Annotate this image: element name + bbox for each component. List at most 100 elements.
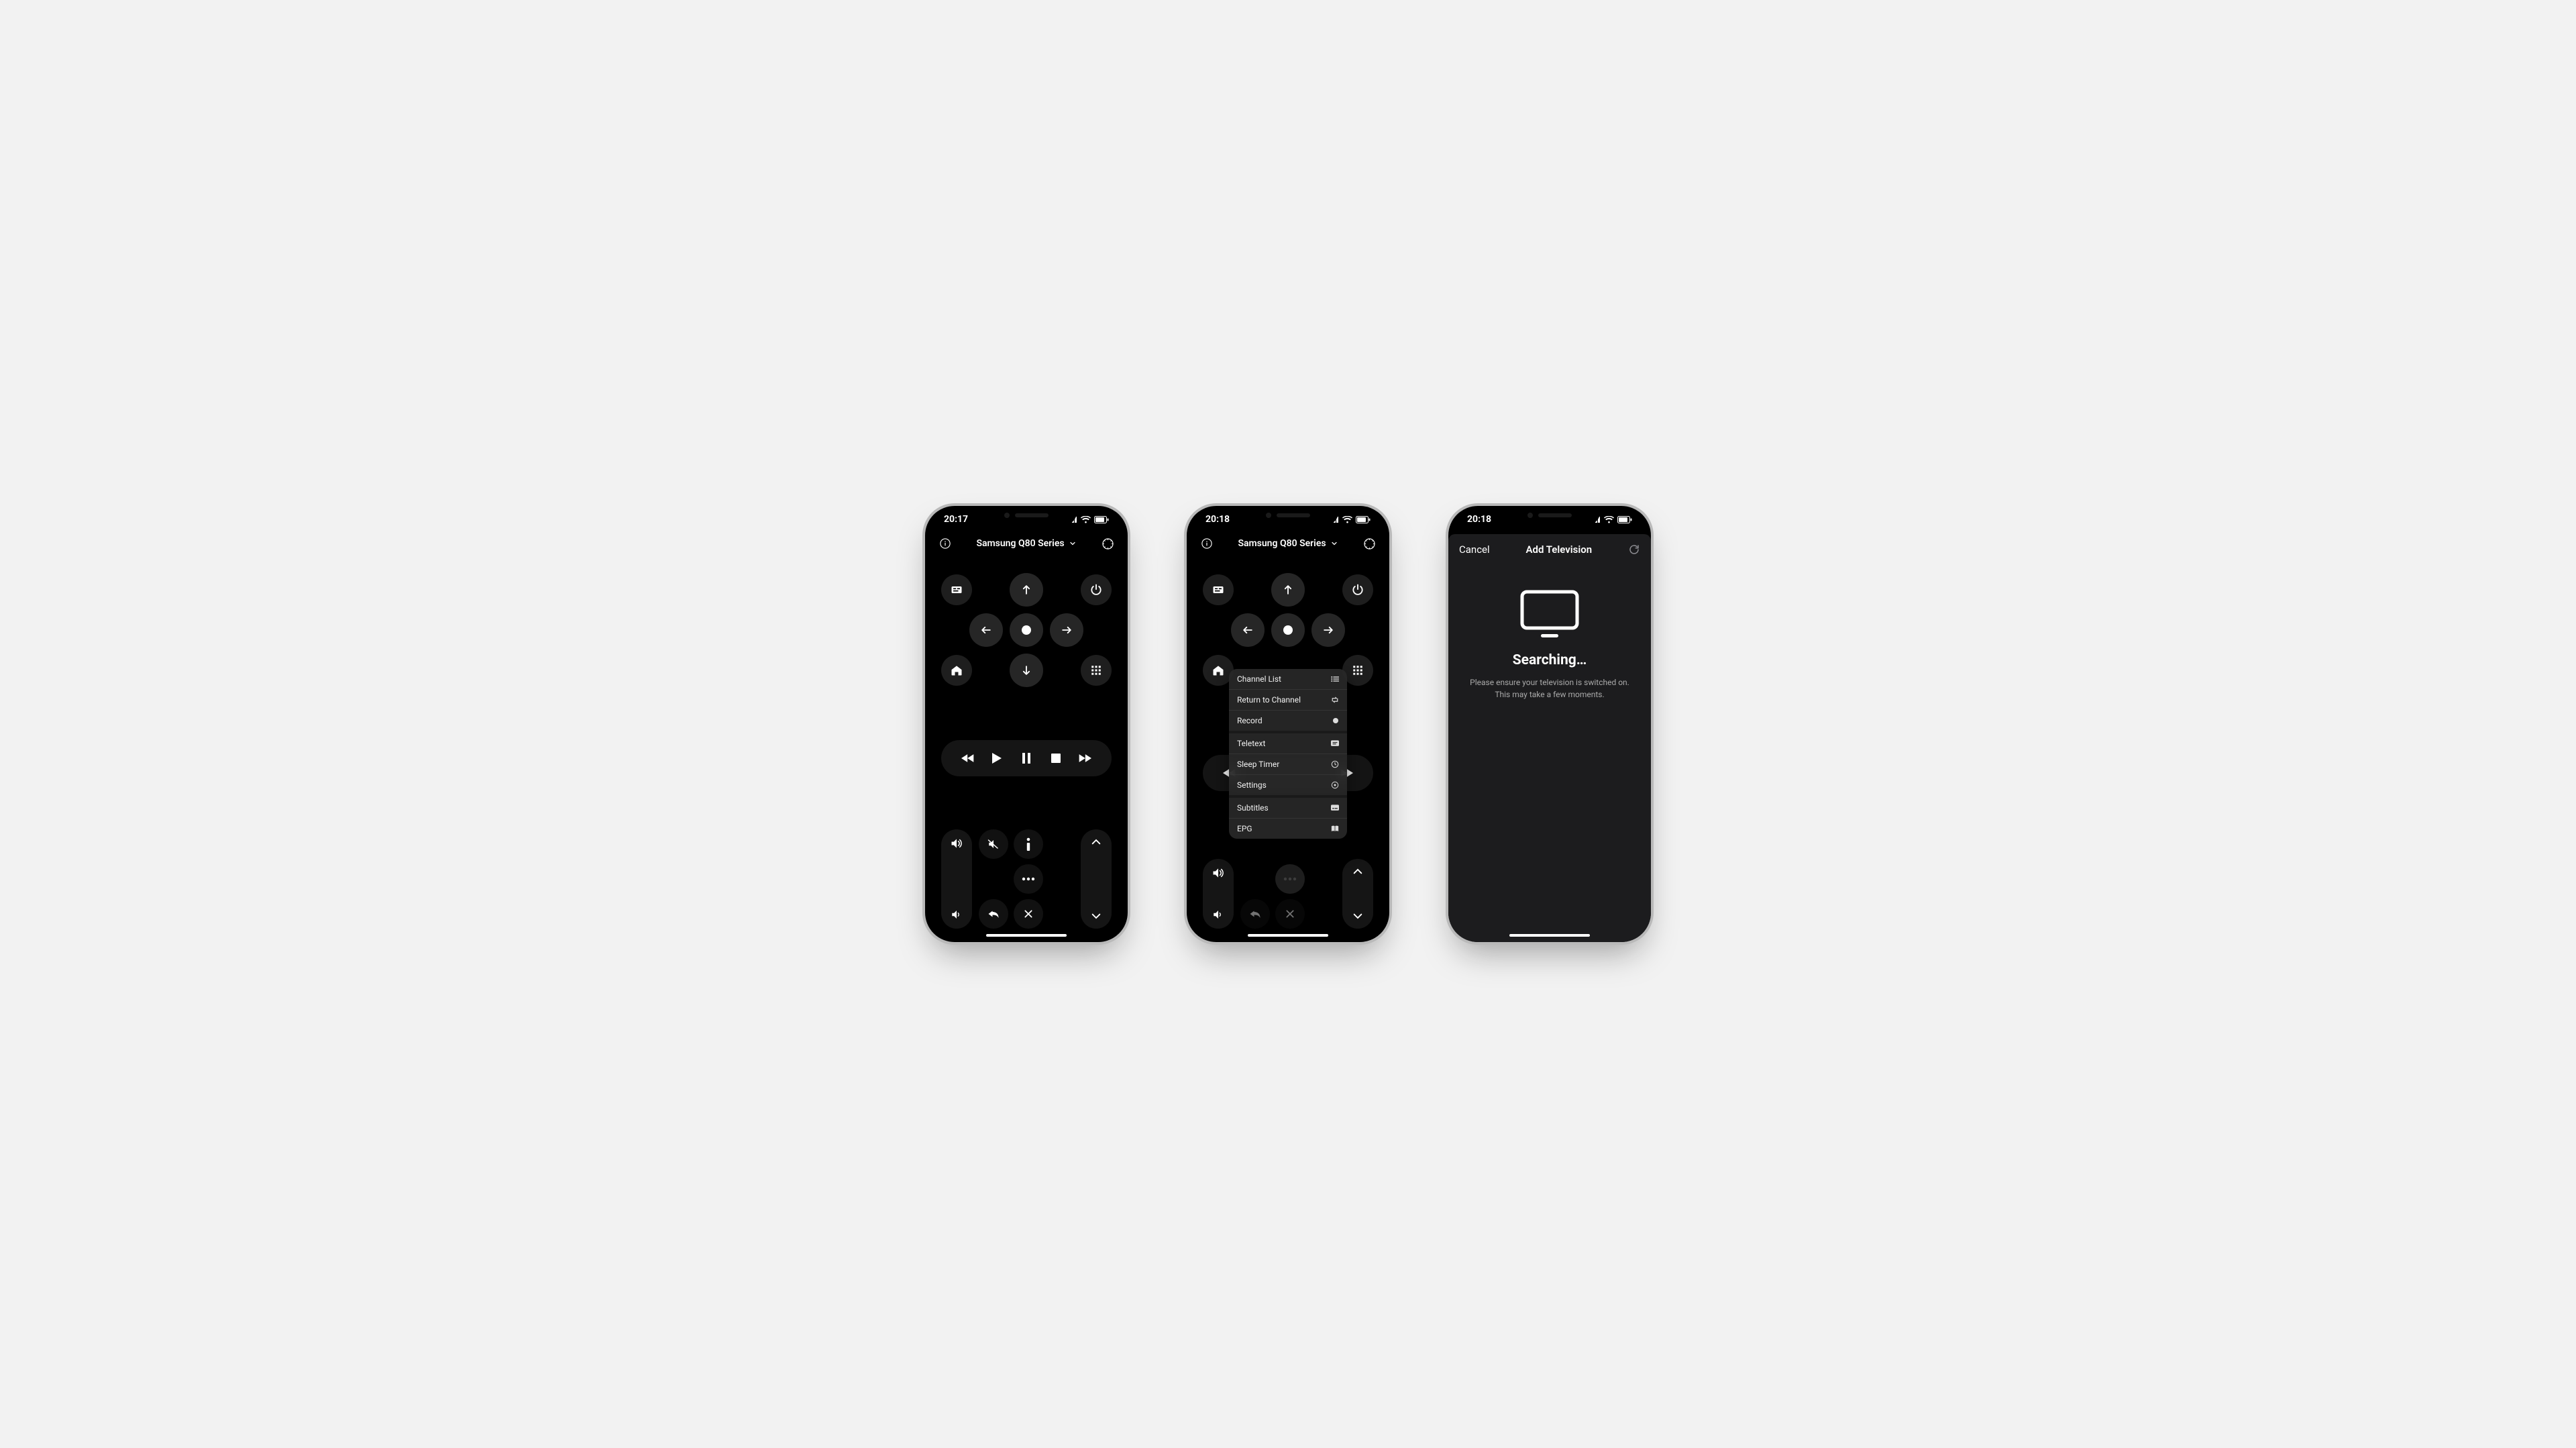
device-name: Samsung Q80 Series xyxy=(1238,538,1326,549)
cancel-button[interactable]: Cancel xyxy=(1459,544,1490,556)
menu-item-sleep-timer[interactable]: Sleep Timer xyxy=(1229,754,1347,775)
refresh-button[interactable] xyxy=(1628,544,1640,556)
menu-item-settings[interactable]: Settings xyxy=(1229,775,1347,798)
guide-icon xyxy=(1331,825,1339,833)
dpad-up[interactable] xyxy=(1010,573,1043,607)
info-button[interactable] xyxy=(937,535,953,552)
menu-item-subtitles[interactable]: Subtitles xyxy=(1229,798,1347,819)
notch xyxy=(1499,506,1600,525)
home-indicator xyxy=(1248,934,1328,937)
captions-button[interactable] xyxy=(1203,574,1234,605)
device-selector[interactable]: Samsung Q80 Series xyxy=(1238,538,1338,549)
back-button[interactable] xyxy=(979,899,1008,929)
apps-button[interactable] xyxy=(1081,655,1112,686)
playback-bar xyxy=(941,740,1112,776)
fast-forward-button[interactable] xyxy=(1070,753,1099,764)
battery-icon xyxy=(1356,516,1371,523)
settings-button[interactable] xyxy=(1099,535,1116,552)
subtitle-icon xyxy=(1331,805,1339,812)
device-selector[interactable]: Samsung Q80 Series xyxy=(976,538,1076,549)
notch xyxy=(1238,506,1338,525)
channel-rocker xyxy=(1342,859,1373,929)
tv-icon xyxy=(1519,589,1580,640)
teletext-icon xyxy=(1331,740,1339,747)
status-time: 20:18 xyxy=(1467,514,1491,525)
exit-button[interactable] xyxy=(1014,899,1043,929)
exit-button[interactable] xyxy=(1275,899,1305,929)
dpad-left[interactable] xyxy=(969,613,1003,647)
dpad-left[interactable] xyxy=(1231,613,1265,647)
wifi-icon xyxy=(1342,516,1352,523)
menu-item-label: Sleep Timer xyxy=(1237,760,1279,769)
info-action-button[interactable] xyxy=(1014,829,1043,859)
more-button[interactable] xyxy=(1275,864,1305,894)
more-button[interactable] xyxy=(1014,864,1043,894)
phone-remote: 20:17 Samsung Q80 Series xyxy=(922,503,1130,945)
volume-down-button[interactable] xyxy=(951,909,963,921)
app-header: Samsung Q80 Series xyxy=(1187,533,1389,557)
status-time: 20:17 xyxy=(944,514,968,525)
volume-up-button[interactable] xyxy=(1212,867,1225,879)
channel-up-button[interactable] xyxy=(1352,867,1363,875)
home-button[interactable] xyxy=(941,655,972,686)
dpad-ok[interactable] xyxy=(1271,613,1305,647)
menu-item-label: Subtitles xyxy=(1237,803,1269,813)
dpad-up[interactable] xyxy=(1271,573,1305,607)
rewind-button[interactable] xyxy=(953,753,983,764)
record-dot-icon xyxy=(1332,717,1339,724)
phone-remote-menu-open: 20:18 Samsung Q80 Series xyxy=(1184,503,1392,945)
wifi-icon xyxy=(1604,516,1614,523)
channel-up-button[interactable] xyxy=(1091,837,1102,845)
chevron-down-icon xyxy=(1069,539,1077,548)
menu-item-label: Record xyxy=(1237,716,1263,725)
settings-button[interactable] xyxy=(1361,535,1377,552)
status-time: 20:18 xyxy=(1205,514,1230,525)
dpad-right[interactable] xyxy=(1311,613,1345,647)
volume-rocker xyxy=(1203,859,1234,929)
dpad-down[interactable] xyxy=(1010,654,1043,687)
device-name: Samsung Q80 Series xyxy=(976,538,1064,549)
searching-heading: Searching… xyxy=(1513,652,1587,668)
battery-icon xyxy=(1094,516,1109,523)
power-button[interactable] xyxy=(1342,574,1373,605)
volume-rocker xyxy=(941,829,972,929)
phone-add-tv: 20:18 Cancel Add Television Sea xyxy=(1446,503,1654,945)
stop-button[interactable] xyxy=(1041,754,1071,763)
searching-description: Please ensure your television is switche… xyxy=(1470,676,1629,701)
play-button[interactable] xyxy=(983,753,1012,764)
wifi-icon xyxy=(1081,516,1091,523)
channel-rocker xyxy=(1081,829,1112,929)
battery-icon xyxy=(1617,516,1632,523)
menu-item-record[interactable]: Record xyxy=(1229,711,1347,733)
list-icon xyxy=(1331,676,1339,682)
dpad-right[interactable] xyxy=(1050,613,1083,647)
channel-down-button[interactable] xyxy=(1091,913,1102,921)
pause-button[interactable] xyxy=(1012,753,1041,764)
channel-down-button[interactable] xyxy=(1352,913,1363,921)
menu-item-teletext[interactable]: Teletext xyxy=(1229,733,1347,754)
back-button[interactable] xyxy=(1240,899,1270,929)
home-indicator xyxy=(1509,934,1590,937)
app-header: Samsung Q80 Series xyxy=(925,533,1128,557)
context-menu: Channel List Return to Channel Record Telet… xyxy=(1229,669,1347,839)
menu-item-label: EPG xyxy=(1237,824,1252,833)
dpad-ok[interactable] xyxy=(1010,613,1043,647)
captions-button[interactable] xyxy=(941,574,972,605)
menu-item-label: Return to Channel xyxy=(1237,695,1301,705)
swap-icon xyxy=(1331,696,1339,704)
menu-item-return-to-channel[interactable]: Return to Channel xyxy=(1229,690,1347,711)
power-button[interactable] xyxy=(1081,574,1112,605)
notch xyxy=(976,506,1077,525)
home-indicator xyxy=(986,934,1067,937)
menu-item-channel-list[interactable]: Channel List xyxy=(1229,669,1347,690)
info-button[interactable] xyxy=(1199,535,1215,552)
menu-item-epg[interactable]: EPG xyxy=(1229,819,1347,839)
menu-item-label: Settings xyxy=(1237,780,1267,790)
gear-icon xyxy=(1331,781,1339,789)
menu-item-label: Teletext xyxy=(1237,739,1265,748)
volume-down-button[interactable] xyxy=(1212,909,1224,921)
menu-item-label: Channel List xyxy=(1237,674,1281,684)
add-tv-sheet: Cancel Add Television Searching… Please … xyxy=(1448,534,1651,942)
mute-button[interactable] xyxy=(979,829,1008,859)
volume-up-button[interactable] xyxy=(950,837,963,849)
